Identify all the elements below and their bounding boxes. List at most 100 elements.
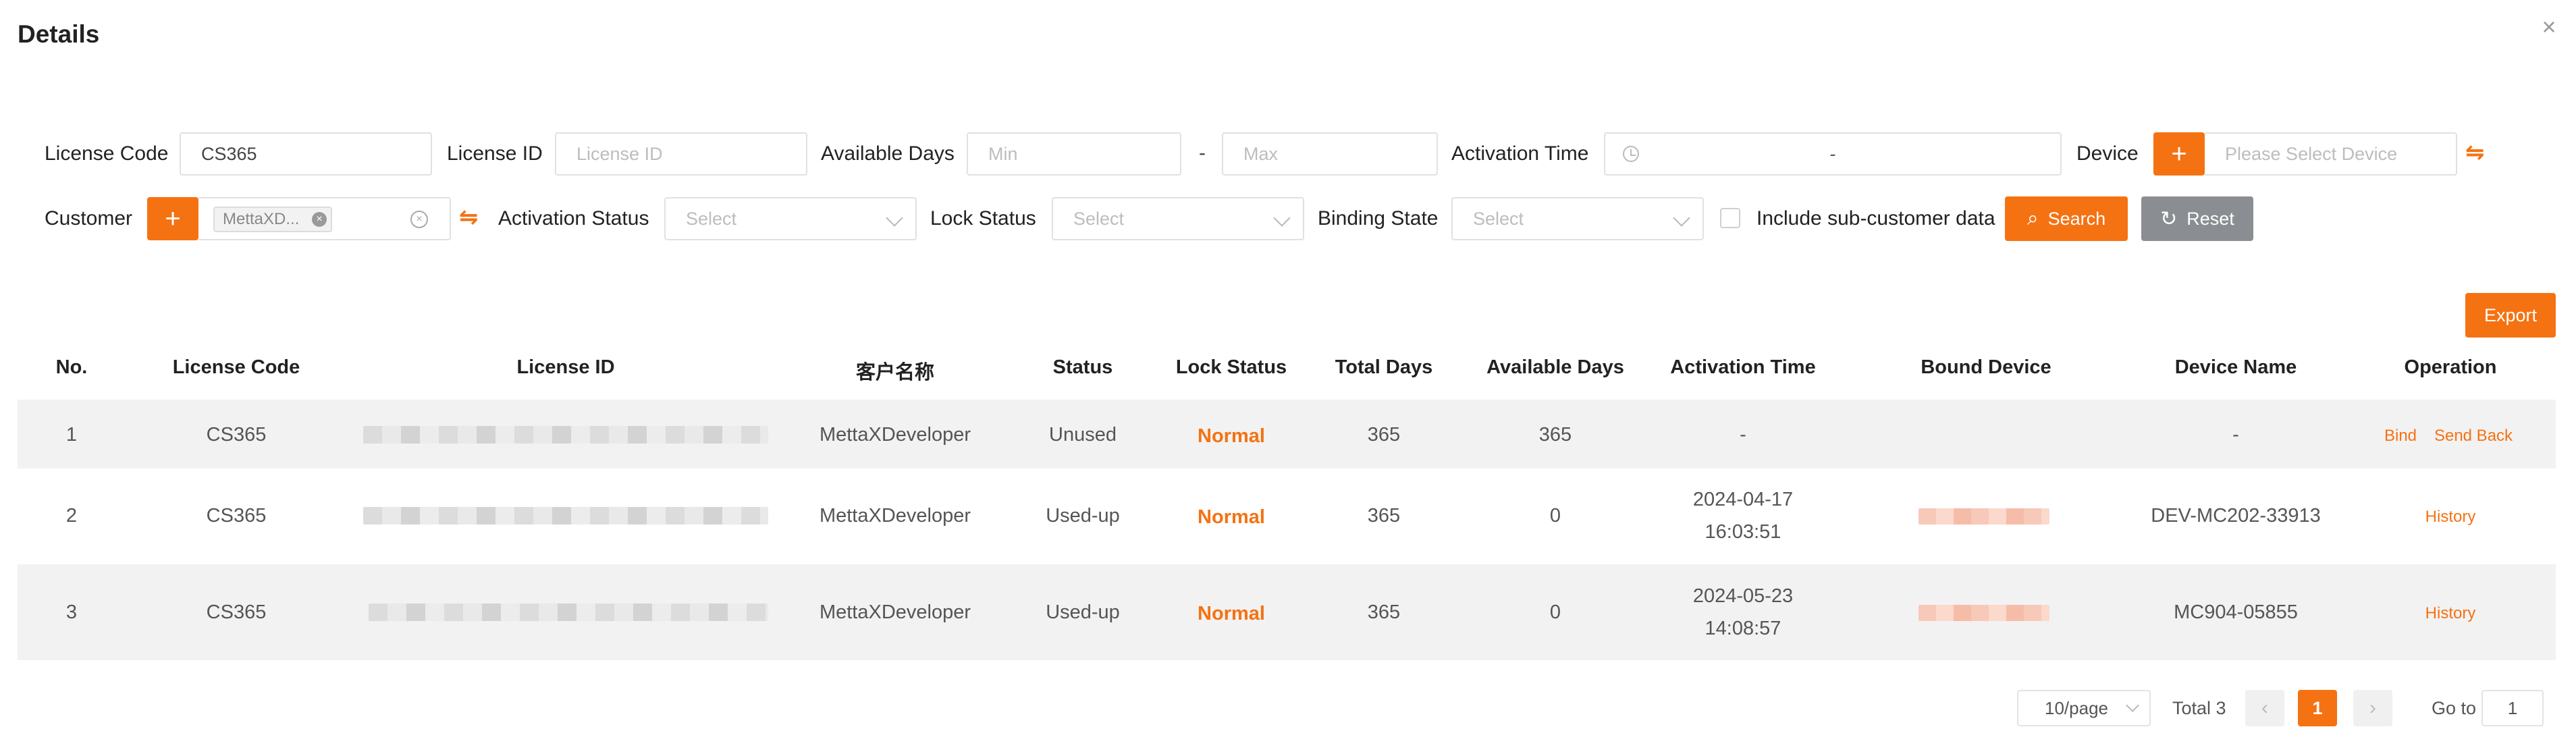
- activation-time-separator: -: [1829, 143, 1836, 164]
- col-license-id: License ID: [516, 356, 615, 378]
- goto-page-value: 1: [2507, 697, 2518, 718]
- row1-no: 1: [65, 424, 78, 446]
- available-days-max-input[interactable]: Max: [1222, 132, 1438, 176]
- col-status: Status: [1052, 356, 1113, 378]
- available-days-min-placeholder: Min: [988, 143, 1018, 164]
- chevron-down-icon: [1673, 209, 1690, 227]
- license-id-label: License ID: [447, 142, 543, 165]
- add-customer-button[interactable]: +: [147, 197, 198, 240]
- license-code-value: CS365: [201, 143, 257, 164]
- row2-status: Used-up: [1046, 505, 1120, 527]
- search-button[interactable]: ⌕ Search: [2005, 196, 2128, 241]
- row2-bound-device-redacted: [1918, 508, 2049, 525]
- customer-swap-icon[interactable]: ⇋: [459, 205, 479, 230]
- remove-tag-icon[interactable]: ×: [312, 212, 327, 227]
- row3-license-id-redacted: [369, 603, 768, 621]
- goto-page-input[interactable]: 1: [2481, 690, 2544, 726]
- include-sub-customer-label: Include sub-customer data: [1756, 207, 1995, 230]
- lock-status-select[interactable]: Select: [1052, 197, 1304, 240]
- row1-total-days: 365: [1367, 424, 1401, 446]
- row3-total-days: 365: [1367, 601, 1401, 623]
- device-placeholder: Please Select Device: [2225, 143, 2398, 164]
- col-available-days: Available Days: [1486, 356, 1624, 378]
- col-operation: Operation: [2404, 356, 2497, 378]
- row2-activation-date: 2024-04-17: [1692, 489, 1794, 510]
- next-page-button[interactable]: ›: [2353, 690, 2392, 726]
- chevron-down-icon: [2126, 699, 2139, 712]
- row3-status: Used-up: [1046, 601, 1120, 623]
- bind-link[interactable]: Bind: [2384, 421, 2417, 452]
- license-code-input[interactable]: CS365: [180, 132, 432, 176]
- row2-lock-status: Normal: [1198, 506, 1265, 528]
- reset-button[interactable]: ↻ Reset: [2141, 196, 2253, 241]
- history-link[interactable]: History: [2425, 598, 2476, 629]
- device-select-input[interactable]: Please Select Device: [2205, 132, 2457, 176]
- binding-state-select[interactable]: Select: [1451, 197, 1704, 240]
- row3-activation-date: 2024-05-23: [1692, 585, 1794, 607]
- available-days-min-input[interactable]: Min: [967, 132, 1181, 176]
- binding-state-label: Binding State: [1318, 207, 1439, 230]
- export-button-label: Export: [2484, 304, 2538, 325]
- row3-available-days: 0: [1549, 601, 1561, 623]
- page-size-select[interactable]: 10/page: [2017, 690, 2151, 726]
- row1-device-name: -: [2232, 424, 2239, 446]
- goto-label: Go to: [2432, 698, 2477, 718]
- customer-label: Customer: [45, 207, 133, 230]
- available-days-separator: -: [1199, 142, 1206, 164]
- dialog-title: Details: [18, 20, 100, 48]
- license-id-placeholder: License ID: [576, 143, 663, 164]
- available-days-label: Available Days: [821, 142, 955, 165]
- prev-page-button[interactable]: ‹: [2245, 690, 2284, 726]
- row1-license-code: CS365: [206, 424, 267, 446]
- activation-time-range-input[interactable]: -: [1604, 132, 2062, 176]
- col-license-code: License Code: [172, 356, 300, 378]
- device-swap-icon[interactable]: ⇋: [2465, 140, 2485, 165]
- customer-tag-label: MettaXD...: [223, 210, 300, 228]
- row3-lock-status: Normal: [1198, 603, 1265, 624]
- row1-customer: MettaXDeveloper: [819, 424, 971, 446]
- activation-status-label: Activation Status: [498, 207, 649, 230]
- add-device-button[interactable]: +: [2153, 132, 2205, 176]
- row3-no: 3: [65, 601, 78, 623]
- row1-activation-time: -: [1740, 424, 1746, 446]
- row2-no: 2: [65, 505, 78, 527]
- reset-button-label: Reset: [2186, 208, 2234, 229]
- search-icon: ⌕: [2027, 207, 2039, 230]
- binding-state-placeholder: Select: [1473, 208, 1524, 229]
- clock-icon: [1623, 146, 1639, 162]
- send-back-link[interactable]: Send Back: [2434, 421, 2513, 452]
- close-icon[interactable]: ×: [2538, 15, 2560, 39]
- col-bound-device: Bound Device: [1921, 356, 2051, 378]
- page-size-value: 10/page: [2045, 697, 2108, 718]
- row3-license-code: CS365: [206, 601, 267, 623]
- col-total-days: Total Days: [1335, 356, 1433, 378]
- license-id-input[interactable]: License ID: [555, 132, 807, 176]
- row1-status: Unused: [1049, 424, 1117, 446]
- row2-available-days: 0: [1549, 505, 1561, 527]
- export-button[interactable]: Export: [2465, 293, 2556, 338]
- row3-activation-clock: 14:08:57: [1705, 618, 1781, 639]
- row3-bound-device-redacted: [1918, 605, 2049, 621]
- col-no: No.: [55, 356, 88, 378]
- row2-total-days: 365: [1367, 505, 1401, 527]
- row2-activation-clock: 16:03:51: [1705, 521, 1781, 543]
- row3-customer: MettaXDeveloper: [819, 601, 971, 623]
- col-activation-time: Activation Time: [1670, 356, 1816, 378]
- search-button-label: Search: [2047, 208, 2106, 229]
- include-sub-customer-checkbox[interactable]: [1720, 208, 1740, 228]
- row1-available-days: 365: [1538, 424, 1572, 446]
- lock-status-placeholder: Select: [1073, 208, 1125, 229]
- row2-license-id-redacted: [363, 507, 768, 525]
- page-1-button[interactable]: 1: [2298, 690, 2337, 726]
- clear-customer-icon[interactable]: ×: [410, 211, 428, 228]
- total-count: Total 3: [2172, 698, 2226, 718]
- row2-customer: MettaXDeveloper: [819, 505, 971, 527]
- col-customer-name: 客户名称: [855, 362, 935, 383]
- activation-status-select[interactable]: Select: [664, 197, 917, 240]
- lock-status-label: Lock Status: [930, 207, 1036, 230]
- customer-tag: MettaXD... ×: [213, 207, 332, 232]
- row2-license-code: CS365: [206, 505, 267, 527]
- available-days-max-placeholder: Max: [1243, 143, 1279, 164]
- history-link[interactable]: History: [2425, 502, 2476, 533]
- row2-device-name: DEV-MC202-33913: [2151, 505, 2321, 527]
